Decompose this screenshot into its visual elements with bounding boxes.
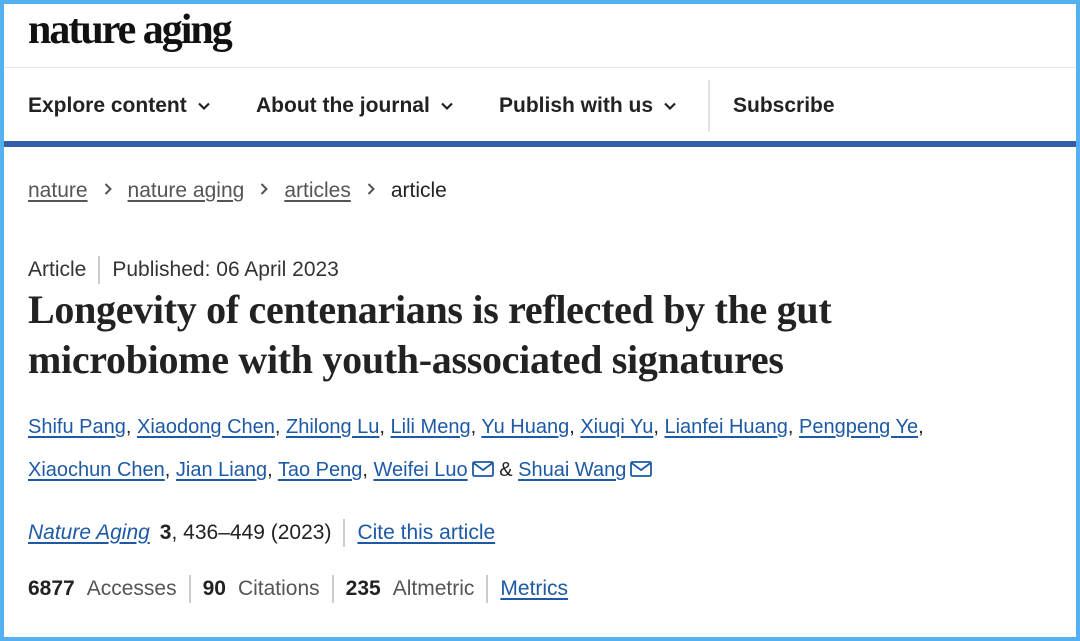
accesses-label: Accesses — [86, 577, 177, 600]
nav-divider — [708, 80, 710, 132]
breadcrumb-current: article — [390, 179, 447, 202]
author-link[interactable]: Xiuqi Yu — [580, 416, 653, 438]
mail-icon[interactable] — [471, 461, 494, 477]
author-link[interactable]: Lianfei Huang — [664, 416, 787, 438]
breadcrumb: nature nature aging articles article — [28, 179, 447, 203]
nav-explore-content[interactable]: Explore content — [28, 94, 211, 118]
site-logo[interactable]: nature aging — [28, 6, 233, 54]
nav-item-label: Publish with us — [499, 94, 654, 117]
metrics-bar: 6877 Accesses 90 Citations 235 Altmetric… — [28, 575, 568, 603]
metrics-divider — [188, 575, 191, 603]
author-link[interactable]: Shifu Pang — [28, 416, 126, 438]
author-link[interactable]: Pengpeng Ye — [799, 416, 918, 438]
chevron-down-icon — [441, 102, 453, 111]
nav-subscribe[interactable]: Subscribe — [733, 94, 835, 118]
author-link[interactable]: Xiaodong Chen — [137, 416, 275, 438]
volume-number: 3 — [159, 521, 172, 544]
article-type: Article — [28, 258, 87, 281]
journal-link[interactable]: Nature Aging — [28, 521, 150, 545]
author-link[interactable]: Tao Peng — [278, 459, 363, 481]
author-link[interactable]: Zhilong Lu — [286, 416, 379, 438]
accesses-count: 6877 — [28, 577, 75, 600]
page-range: , 436–449 (2023) — [171, 521, 332, 544]
chevron-down-icon — [664, 102, 676, 111]
citation-line: Nature Aging 3 , 436–449 (2023) Cite thi… — [28, 519, 495, 547]
altmetric-count: 235 — [345, 577, 381, 600]
author-link[interactable]: Yu Huang — [481, 416, 569, 438]
author-separator: , — [918, 416, 924, 438]
author-separator: , — [470, 416, 477, 438]
meta-divider — [98, 256, 101, 284]
cite-divider — [343, 519, 346, 547]
author-separator: , — [787, 416, 794, 438]
author-ampersand: & — [499, 459, 513, 481]
breadcrumb-nature-aging[interactable]: nature aging — [128, 179, 245, 203]
author-separator: , — [164, 459, 171, 481]
cite-this-article-link[interactable]: Cite this article — [357, 521, 495, 545]
author-link[interactable]: Shuai Wang — [518, 459, 626, 481]
author-separator: , — [362, 459, 368, 481]
author-link[interactable]: Lili Meng — [391, 416, 471, 438]
author-link[interactable]: Xiaochun Chen — [28, 459, 165, 481]
breadcrumb-articles[interactable]: articles — [284, 179, 351, 203]
article-meta: Article Published: 06 April 2023 — [28, 256, 339, 284]
nav-publish-with-us[interactable]: Publish with us — [499, 94, 677, 118]
citations-label: Citations — [237, 577, 320, 600]
author-separator: , — [569, 416, 575, 438]
mail-icon[interactable] — [630, 461, 653, 477]
logo-bar: nature aging — [4, 4, 1076, 68]
metrics-divider — [331, 575, 334, 603]
author-separator: , — [379, 416, 385, 438]
page-frame: nature aging Explore content About the j… — [4, 4, 1076, 637]
chevron-down-icon — [197, 102, 210, 111]
author-separator: , — [267, 459, 273, 481]
author-link[interactable]: Jian Liang — [176, 459, 267, 481]
breadcrumb-nature[interactable]: nature — [28, 179, 88, 203]
author-separator: , — [653, 416, 659, 438]
subscribe-label: Subscribe — [733, 94, 835, 117]
altmetric-label: Altmetric — [392, 577, 475, 600]
chevron-right-icon — [351, 181, 391, 201]
nav-item-label: Explore content — [28, 94, 187, 117]
chevron-right-icon — [244, 181, 284, 201]
metrics-link[interactable]: Metrics — [500, 577, 568, 601]
author-link[interactable]: Weifei Luo — [374, 459, 468, 481]
citations-count: 90 — [202, 577, 226, 600]
article-title: Longevity of centenarians is reflected b… — [28, 287, 832, 382]
main-nav: Explore content About the journal Publis… — [4, 68, 1076, 147]
author-separator: , — [274, 416, 281, 438]
chevron-right-icon — [88, 181, 128, 201]
published-date: Published: 06 April 2023 — [112, 258, 339, 281]
author-list: Shifu Pang, Xiaodong Chen, Zhilong Lu, L… — [28, 406, 1058, 492]
nav-about-journal[interactable]: About the journal — [256, 94, 454, 118]
metrics-divider — [486, 575, 489, 603]
nav-item-label: About the journal — [256, 94, 430, 117]
author-separator: , — [125, 416, 132, 438]
